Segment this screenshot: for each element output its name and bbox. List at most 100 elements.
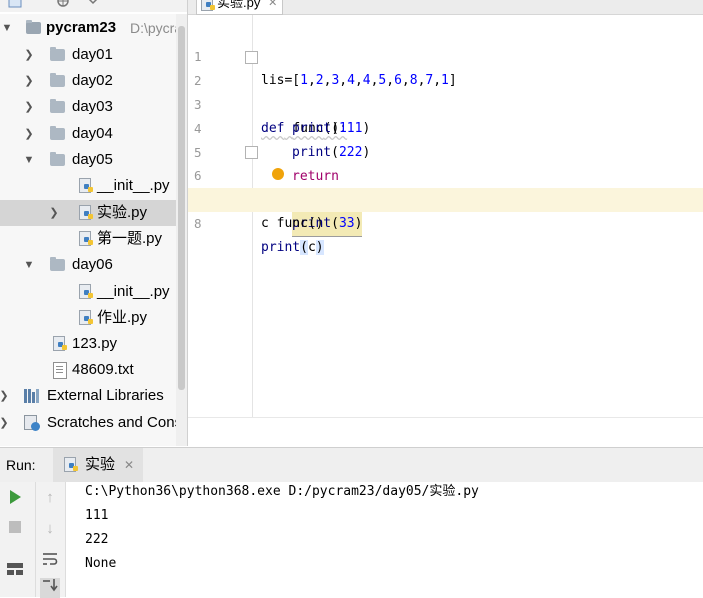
editor-edge xyxy=(188,417,703,418)
project-view-icon[interactable] xyxy=(8,0,22,10)
tree-root[interactable]: ▼ pycram23 D:\pycra xyxy=(0,15,187,41)
code-line-2[interactable]: 2 def func(): xyxy=(188,45,703,136)
scroll-to-end-icon[interactable] xyxy=(40,578,60,598)
tree-item-label: __init__.py xyxy=(97,177,170,194)
tree-item-label: 第一题.py xyxy=(97,230,163,247)
tree-item-label: 123.py xyxy=(72,335,118,352)
line-number: 8 xyxy=(194,216,202,231)
code-text: c func() xyxy=(261,216,324,231)
tree-item-48609txt[interactable]: 48609.txt xyxy=(0,357,187,383)
chevron-down-icon[interactable]: ▼ xyxy=(23,252,35,278)
tree-item-label: Scratches and Cons xyxy=(47,414,183,431)
code-line-1[interactable]: 1 lis=[1,2,3,4,4,5,6,8,7,1] xyxy=(188,21,703,88)
close-icon[interactable]: ✕ xyxy=(124,448,134,482)
code-line-3[interactable]: 3 print(111) xyxy=(188,69,703,136)
python-file-icon xyxy=(63,457,78,473)
run-panel-label: Run: xyxy=(6,457,36,473)
console-line: C:\Python36\python368.exe D:/pycram23/da… xyxy=(85,484,479,499)
chevron-right-icon[interactable]: ❯ xyxy=(48,200,60,226)
tree-item-day04[interactable]: ❯ day04 xyxy=(0,121,187,147)
code-line-5[interactable]: 5 return xyxy=(188,117,703,184)
tree-item-day01[interactable]: ❯ day01 xyxy=(0,42,187,68)
tab-active-file[interactable]: 实验.py ✕ xyxy=(196,0,284,15)
scrollbar-thumb[interactable] xyxy=(178,26,185,390)
close-icon[interactable]: ✕ xyxy=(268,0,277,10)
chevron-down-icon[interactable]: ▼ xyxy=(1,15,13,41)
tree-item-day06[interactable]: ▼ day06 xyxy=(0,252,187,278)
folder-icon xyxy=(26,20,41,34)
tree-item-day02[interactable]: ❯ day02 xyxy=(0,68,187,94)
layout-icon[interactable] xyxy=(5,562,25,582)
tree-item-diyiti[interactable]: 第一题.py xyxy=(0,226,187,252)
chevron-right-icon[interactable]: ❯ xyxy=(0,410,10,436)
collapse-icon[interactable] xyxy=(86,0,100,10)
scratches-icon xyxy=(24,415,40,431)
tab-label: 实验.py xyxy=(217,0,261,10)
console-line: 222 xyxy=(85,532,109,547)
tree-item-label: day02 xyxy=(72,72,113,89)
project-toolbar xyxy=(0,0,187,12)
code-line-4[interactable]: 4 print(222) xyxy=(188,93,703,160)
folder-icon xyxy=(50,257,65,271)
tree-item-123py[interactable]: 123.py xyxy=(0,331,187,357)
python-file-icon xyxy=(52,336,67,352)
tree-item-init-day06[interactable]: __init__.py xyxy=(0,279,187,305)
soft-wrap-icon[interactable] xyxy=(40,552,60,572)
tree-item-external-libraries[interactable]: ❯ External Libraries xyxy=(0,383,187,409)
folder-icon xyxy=(50,152,65,166)
code-line-7[interactable]: 7 c func() xyxy=(188,164,703,231)
arrow-down-icon[interactable]: ↓ xyxy=(40,519,60,539)
chevron-right-icon[interactable]: ❯ xyxy=(0,383,10,409)
folder-icon xyxy=(50,47,65,61)
tree-vertical-scrollbar[interactable] xyxy=(176,14,187,446)
text-file-icon xyxy=(53,362,67,379)
tree-item-day05[interactable]: ▼ day05 xyxy=(0,147,187,173)
code-line-8[interactable]: 8 print(c) xyxy=(188,188,703,255)
chevron-right-icon[interactable]: ❯ xyxy=(23,42,35,68)
folder-icon xyxy=(50,99,65,113)
fold-marker-icon[interactable] xyxy=(245,146,258,159)
tree-item-label: day01 xyxy=(72,46,113,63)
python-file-icon xyxy=(78,205,93,221)
console-toolbar: ↑ ↓ xyxy=(36,482,66,598)
tree-item-label: __init__.py xyxy=(97,283,170,300)
fold-marker-icon[interactable] xyxy=(245,51,258,64)
intention-bulb-icon[interactable] xyxy=(272,168,284,180)
python-file-icon xyxy=(78,178,93,194)
code-text: print(c) xyxy=(261,240,324,255)
project-tree: ▼ pycram23 D:\pycra ❯ day01 ❯ day02 ❯ da… xyxy=(0,14,187,446)
tree-item-day03[interactable]: ❯ day03 xyxy=(0,94,187,120)
code-line-6[interactable]: 6 print(33) xyxy=(188,140,703,237)
tree-item-label: day03 xyxy=(72,98,113,115)
code-editor[interactable]: 1 lis=[1,2,3,4,4,5,6,8,7,1] 2 def func()… xyxy=(188,15,703,446)
arrow-up-icon[interactable]: ↑ xyxy=(40,488,60,508)
console-output[interactable]: C:\Python36\python368.exe D:/pycram23/da… xyxy=(66,482,703,597)
python-file-icon xyxy=(200,0,215,12)
run-tab[interactable]: 实验 ✕ xyxy=(53,448,144,482)
tree-item-label: day04 xyxy=(72,125,113,142)
editor-tab-bar: 实验.py ✕ xyxy=(188,0,703,15)
python-file-icon xyxy=(78,284,93,300)
run-panel-header: Run: 实验 ✕ xyxy=(0,447,703,483)
python-file-icon xyxy=(78,231,93,247)
tree-item-scratches[interactable]: ❯ Scratches and Cons xyxy=(0,410,187,436)
tree-item-init-day05[interactable]: __init__.py xyxy=(0,173,187,199)
tree-item-zuoye[interactable]: 作业.py xyxy=(0,305,187,331)
console-line: None xyxy=(85,556,117,571)
python-file-icon xyxy=(78,310,93,326)
locate-icon[interactable] xyxy=(56,0,70,10)
chevron-right-icon[interactable]: ❯ xyxy=(23,68,35,94)
run-icon[interactable] xyxy=(5,489,25,509)
tree-item-label: External Libraries xyxy=(47,387,164,404)
chevron-down-icon[interactable]: ▼ xyxy=(23,147,35,173)
stop-icon[interactable] xyxy=(5,520,25,540)
console-line: 111 xyxy=(85,508,109,523)
folder-icon xyxy=(50,126,65,140)
chevron-right-icon[interactable]: ❯ xyxy=(23,94,35,120)
tree-item-label: 作业.py xyxy=(97,309,148,326)
tree-item-label: day06 xyxy=(72,256,113,273)
chevron-right-icon[interactable]: ❯ xyxy=(23,121,35,147)
tree-item-shiyan[interactable]: ❯ 实验.py xyxy=(0,200,187,226)
tree-root-path: D:\pycra xyxy=(130,20,183,36)
folder-icon xyxy=(50,73,65,87)
